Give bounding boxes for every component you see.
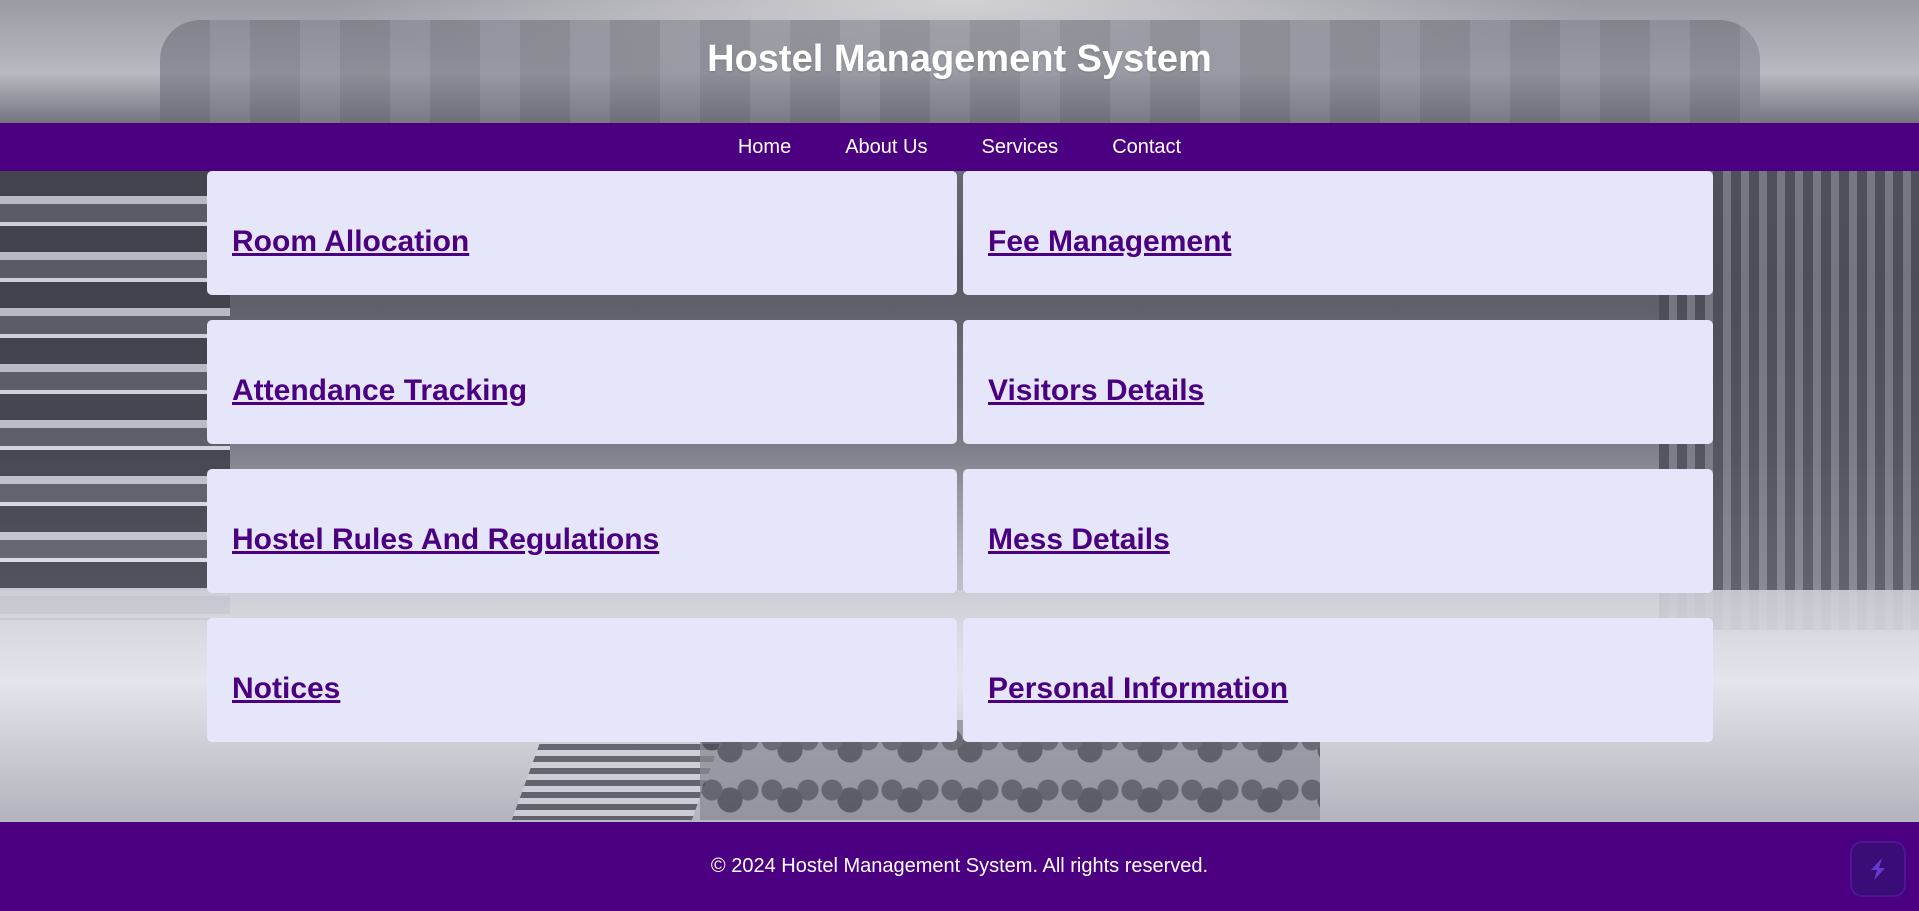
personal-information-link[interactable]: Personal Information — [988, 672, 1288, 706]
card-personal-information: Personal Information — [963, 618, 1713, 742]
notices-link[interactable]: Notices — [232, 672, 340, 706]
card-fee-management: Fee Management — [963, 171, 1713, 295]
mess-details-link[interactable]: Mess Details — [988, 523, 1170, 557]
site-header: Hostel Management System — [0, 0, 1919, 123]
site-footer: © 2024 Hostel Management System. All rig… — [0, 822, 1919, 911]
card-attendance-tracking: Attendance Tracking — [207, 320, 957, 444]
card-room-allocation: Room Allocation — [207, 171, 957, 295]
room-allocation-link[interactable]: Room Allocation — [232, 225, 469, 259]
site-title: Hostel Management System — [707, 37, 1212, 80]
attendance-tracking-link[interactable]: Attendance Tracking — [232, 374, 527, 408]
hostel-rules-link[interactable]: Hostel Rules And Regulations — [232, 523, 659, 557]
floating-extension-button[interactable] — [1852, 843, 1904, 895]
card-notices: Notices — [207, 618, 957, 742]
visitors-details-link[interactable]: Visitors Details — [988, 374, 1204, 408]
nav-home-link[interactable]: Home — [738, 136, 791, 159]
copyright-text: © 2024 Hostel Management System. All rig… — [710, 855, 1209, 877]
nav-contact-link[interactable]: Contact — [1112, 136, 1181, 159]
card-visitors-details: Visitors Details — [963, 320, 1713, 444]
fee-management-link[interactable]: Fee Management — [988, 225, 1231, 259]
main-nav: Home About Us Services Contact — [0, 123, 1919, 171]
services-grid: Room Allocation Fee Management Attendanc… — [207, 171, 1713, 742]
card-mess-details: Mess Details — [963, 469, 1713, 593]
card-hostel-rules: Hostel Rules And Regulations — [207, 469, 957, 593]
nav-services-link[interactable]: Services — [981, 136, 1058, 159]
nav-about-link[interactable]: About Us — [845, 136, 927, 159]
extension-logo-icon — [1871, 858, 1885, 880]
